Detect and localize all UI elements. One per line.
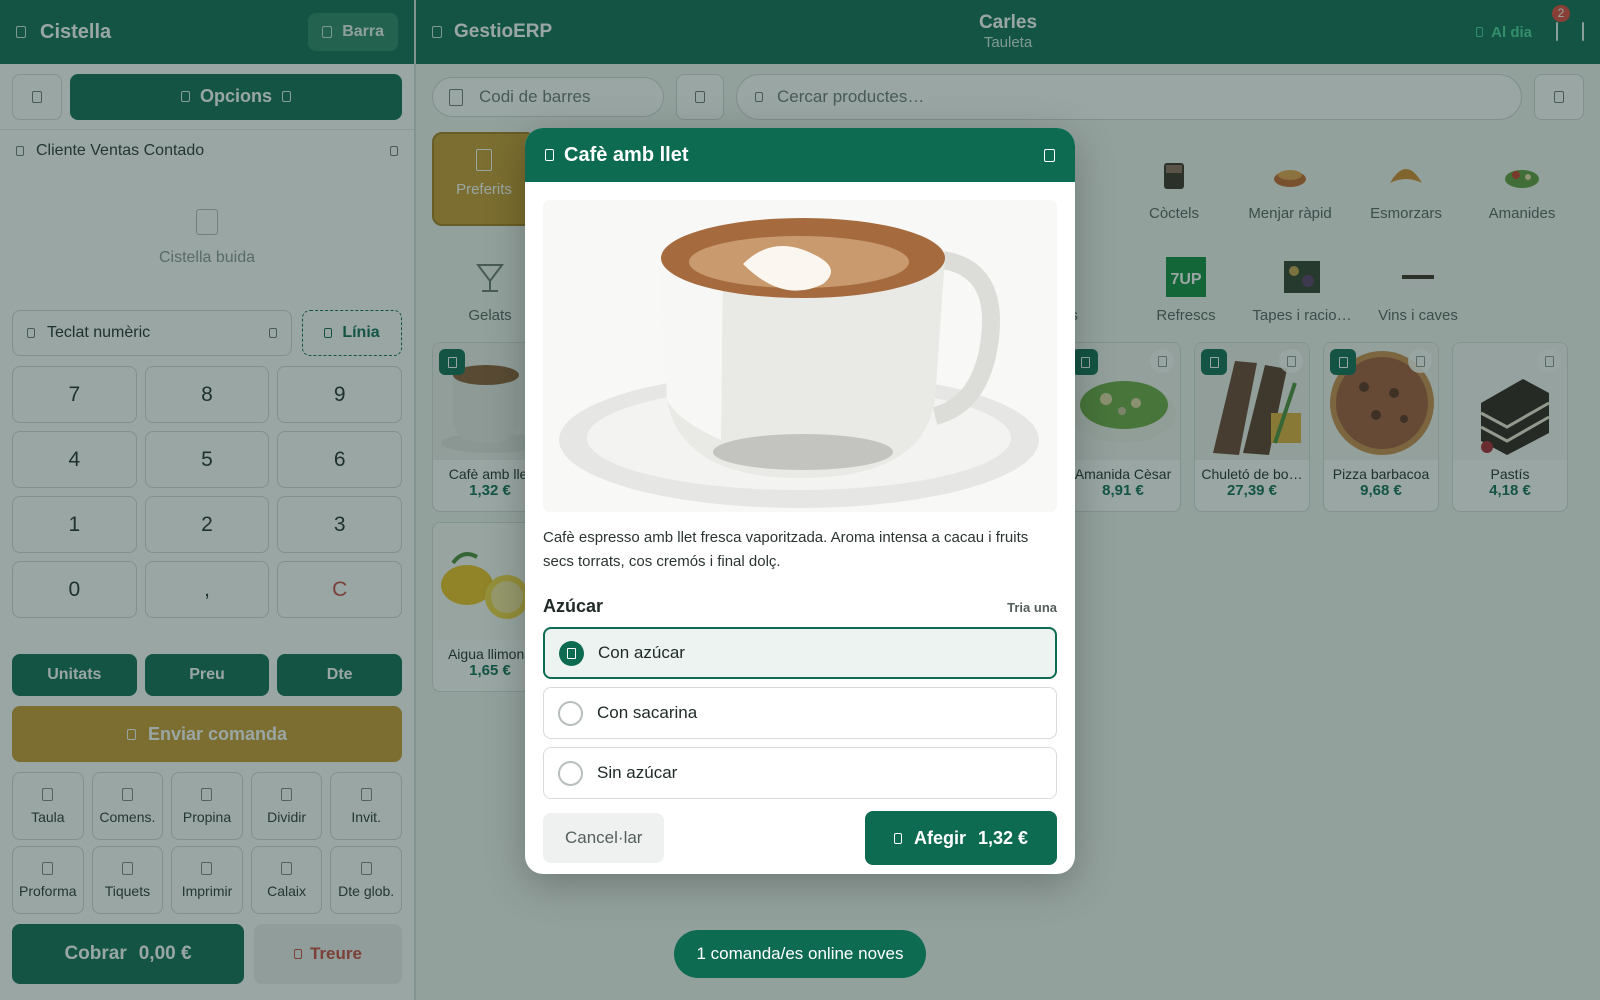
product-description: Cafè espresso amb llet fresca vaporitzad… (543, 529, 1029, 570)
option-with-saccharin[interactable]: Con sacarina (543, 687, 1057, 739)
option-group-title: Azúcar (543, 596, 604, 616)
close-icon[interactable] (1044, 148, 1055, 162)
add-price: 1,32 € (977, 827, 1029, 848)
coffee-photo (543, 200, 1057, 512)
cancel-button[interactable]: Cancel·lar (543, 813, 665, 863)
add-to-cart-button[interactable]: Afegir 1,32 € (865, 811, 1057, 865)
option-label: Con azúcar (598, 643, 685, 662)
modal-footer: Cancel·lar Afegir 1,32 € (543, 811, 1057, 865)
option-group-header: Azúcar Tria una (543, 596, 1057, 617)
product-photo (543, 200, 1057, 512)
option-group-hint: Tria una (1007, 600, 1057, 615)
coffee-icon (545, 149, 554, 161)
option-label: Con sacarina (597, 703, 698, 722)
online-orders-toast[interactable]: 1 comanda/es online noves (674, 930, 926, 978)
add-label: Afegir (913, 827, 966, 848)
radio-icon (558, 700, 583, 726)
radio-icon (558, 760, 583, 786)
product-options-modal: Cafè amb llet Cafè espresso amb llet fre… (525, 128, 1075, 874)
add-icon (893, 832, 902, 844)
radio-checked-icon (559, 640, 584, 666)
option-without-sugar[interactable]: Sin azúcar (543, 747, 1057, 799)
option-with-sugar[interactable]: Con azúcar (543, 627, 1057, 679)
option-label: Sin azúcar (597, 763, 678, 782)
modal-header: Cafè amb llet (525, 128, 1075, 182)
modal-title: Cafè amb llet (564, 143, 689, 166)
